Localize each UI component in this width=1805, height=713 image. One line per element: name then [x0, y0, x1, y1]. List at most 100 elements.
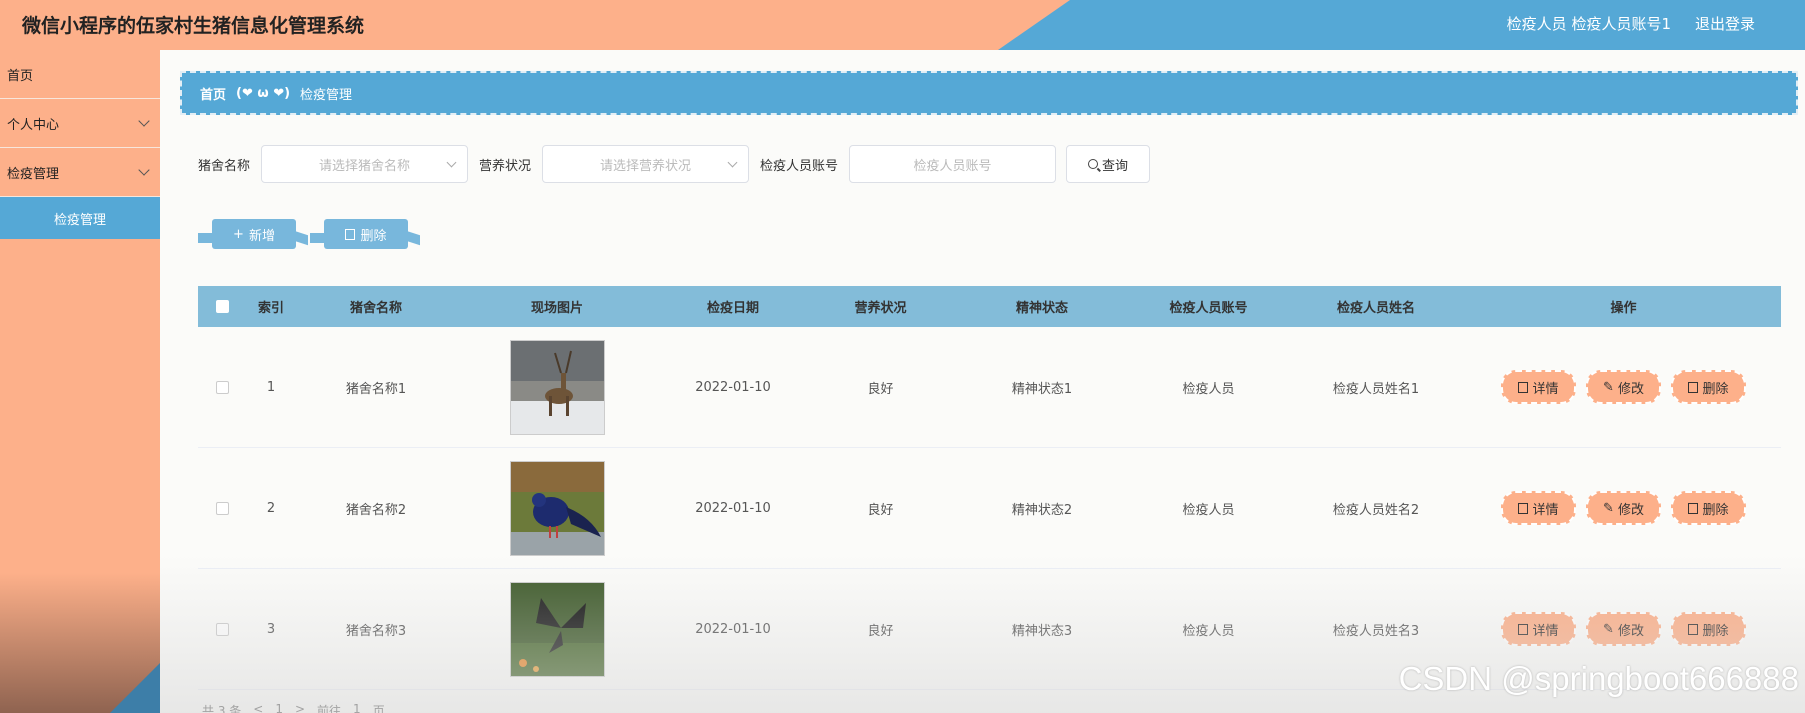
chevron-down-icon — [446, 157, 457, 168]
breadcrumb-current: 检疫管理 — [300, 87, 353, 103]
row-checkbox[interactable] — [215, 380, 229, 394]
delete-button[interactable]: 删除 — [1671, 612, 1746, 646]
breadcrumb-separator: (❤ ω ❤) — [236, 85, 291, 101]
row-checkbox[interactable] — [215, 501, 229, 515]
plus-icon: + — [233, 226, 244, 242]
account-placeholder: 检疫人员账号 — [913, 158, 992, 174]
nutrition-select[interactable]: 请选择营养状况 — [542, 145, 750, 183]
pager-prev[interactable]: < — [253, 702, 263, 713]
cell-nutrition: 良好 — [867, 502, 894, 518]
header-account: 检疫人员账号 — [1169, 301, 1248, 316]
header-nutrition: 营养状况 — [854, 301, 907, 316]
header-user-area: 检疫人员 检疫人员账号1 退出登录 — [1507, 13, 1755, 34]
cell-name: 检疫人员姓名1 — [1332, 381, 1420, 397]
breadcrumb-home[interactable]: 首页 — [200, 84, 226, 103]
butterfly-photo[interactable] — [509, 581, 605, 677]
trash-icon — [1688, 623, 1699, 635]
button-tab-decoration — [294, 230, 308, 246]
user-info: 检疫人员 检疫人员账号1 — [1507, 13, 1671, 34]
breadcrumb: 首页 (❤ ω ❤) 检疫管理 — [180, 71, 1798, 115]
cell-name: 检疫人员姓名2 — [1332, 502, 1420, 518]
sidebar-subitem-quarantine-management[interactable]: 检疫管理 — [0, 197, 160, 239]
header-mental: 精神状态 — [1015, 301, 1068, 316]
edit-button[interactable]: ✎ 修改 — [1586, 491, 1661, 525]
document-icon — [1518, 381, 1529, 393]
add-label: 新增 — [248, 228, 275, 244]
cell-mental: 精神状态2 — [1011, 502, 1073, 518]
pager-goto: 前往 — [317, 704, 342, 713]
sidebar-item-label: 首页 — [7, 68, 34, 84]
detail-button[interactable]: 详情 — [1501, 612, 1576, 646]
chevron-down-icon — [138, 164, 150, 176]
edit-icon: ✎ — [1603, 379, 1614, 395]
cell-pigsty: 猪舍名称1 — [345, 381, 407, 397]
header-date: 检疫日期 — [706, 301, 759, 316]
pager-page[interactable]: 1 — [275, 702, 283, 713]
account-input[interactable]: 检疫人员账号 — [849, 145, 1057, 183]
sidebar-item-personal-center[interactable]: 个人中心 — [0, 99, 160, 148]
trash-icon — [1688, 502, 1699, 514]
cell-date: 2022-01-10 — [695, 500, 771, 516]
cell-date: 2022-01-10 — [695, 621, 771, 637]
cell-mental: 精神状态1 — [1011, 381, 1073, 397]
detail-button[interactable]: 详情 — [1501, 370, 1576, 404]
pigsty-select[interactable]: 请选择猪舍名称 — [261, 145, 469, 183]
pager-page-unit: 页 — [372, 704, 385, 713]
query-button[interactable]: 查询 — [1066, 145, 1151, 183]
document-icon — [1518, 502, 1529, 514]
pigsty-placeholder: 请选择猪舍名称 — [319, 158, 411, 174]
edit-button[interactable]: ✎ 修改 — [1586, 370, 1661, 404]
row-checkbox[interactable] — [215, 622, 229, 636]
app-title: 微信小程序的伍家村生猪信息化管理系统 — [22, 15, 365, 37]
table-row: 1 猪舍名称1 2022-01-10 良好 精神状态1 检疫人员 检疫人员姓名1 — [198, 327, 1781, 448]
select-all-checkbox[interactable] — [215, 300, 229, 313]
search-icon — [1088, 159, 1099, 169]
user-role: 检疫人员 — [1506, 15, 1567, 33]
sidebar-item-home[interactable]: 首页 — [0, 50, 160, 99]
pager-goto-input[interactable]: 1 — [353, 702, 361, 713]
edit-label: 修改 — [1617, 381, 1644, 397]
detail-label: 详情 — [1532, 623, 1559, 639]
deer-photo[interactable] — [509, 339, 605, 435]
header-pigsty: 猪舍名称 — [349, 301, 402, 316]
batch-delete-button[interactable]: 删除 — [324, 219, 408, 249]
delete-label: 删除 — [1702, 502, 1729, 518]
detail-button[interactable]: 详情 — [1501, 491, 1576, 525]
cell-nutrition: 良好 — [867, 381, 894, 397]
edit-icon: ✎ — [1603, 500, 1614, 516]
cell-account: 检疫人员 — [1182, 502, 1235, 518]
edit-button[interactable]: ✎ 修改 — [1586, 612, 1661, 646]
pigsty-label: 猪舍名称 — [198, 158, 251, 174]
detail-label: 详情 — [1532, 381, 1559, 397]
sidebar-item-quarantine[interactable]: 检疫管理 — [0, 148, 160, 197]
delete-label: 删除 — [1702, 381, 1729, 397]
cell-mental: 精神状态3 — [1011, 623, 1073, 639]
header-actions: 操作 — [1610, 301, 1637, 316]
bird-photo[interactable] — [509, 460, 605, 556]
cell-index: 3 — [266, 621, 276, 637]
edit-label: 修改 — [1617, 623, 1644, 639]
edit-icon: ✎ — [1603, 621, 1614, 637]
trash-icon — [1688, 381, 1699, 393]
delete-label: 删除 — [360, 228, 387, 244]
cell-index: 1 — [266, 379, 276, 395]
document-icon — [1518, 623, 1529, 635]
add-button[interactable]: + 新增 — [212, 219, 296, 249]
edit-label: 修改 — [1617, 502, 1644, 518]
delete-button[interactable]: 删除 — [1671, 370, 1746, 404]
delete-button[interactable]: 删除 — [1671, 491, 1746, 525]
logout-link[interactable]: 退出登录 — [1695, 13, 1755, 34]
pager-next[interactable]: > — [295, 702, 305, 713]
table-row: 2 猪舍名称2 2022-01-10 良好 精神状态2 检疫人员 检疫人员姓名2 — [198, 448, 1781, 569]
cell-account: 检疫人员 — [1182, 623, 1235, 639]
cell-pigsty: 猪舍名称2 — [345, 502, 407, 518]
chevron-down-icon — [138, 115, 150, 127]
watermark: CSDN @springboot666888 — [1398, 660, 1799, 697]
sidebar-item-label: 检疫管理 — [7, 166, 60, 182]
cell-pigsty: 猪舍名称3 — [345, 623, 407, 639]
cell-index: 2 — [266, 500, 276, 516]
cell-nutrition: 良好 — [867, 623, 894, 639]
cell-name: 检疫人员姓名3 — [1332, 623, 1420, 639]
detail-label: 详情 — [1532, 502, 1559, 518]
pager-total: 共 3 条 — [202, 704, 242, 713]
